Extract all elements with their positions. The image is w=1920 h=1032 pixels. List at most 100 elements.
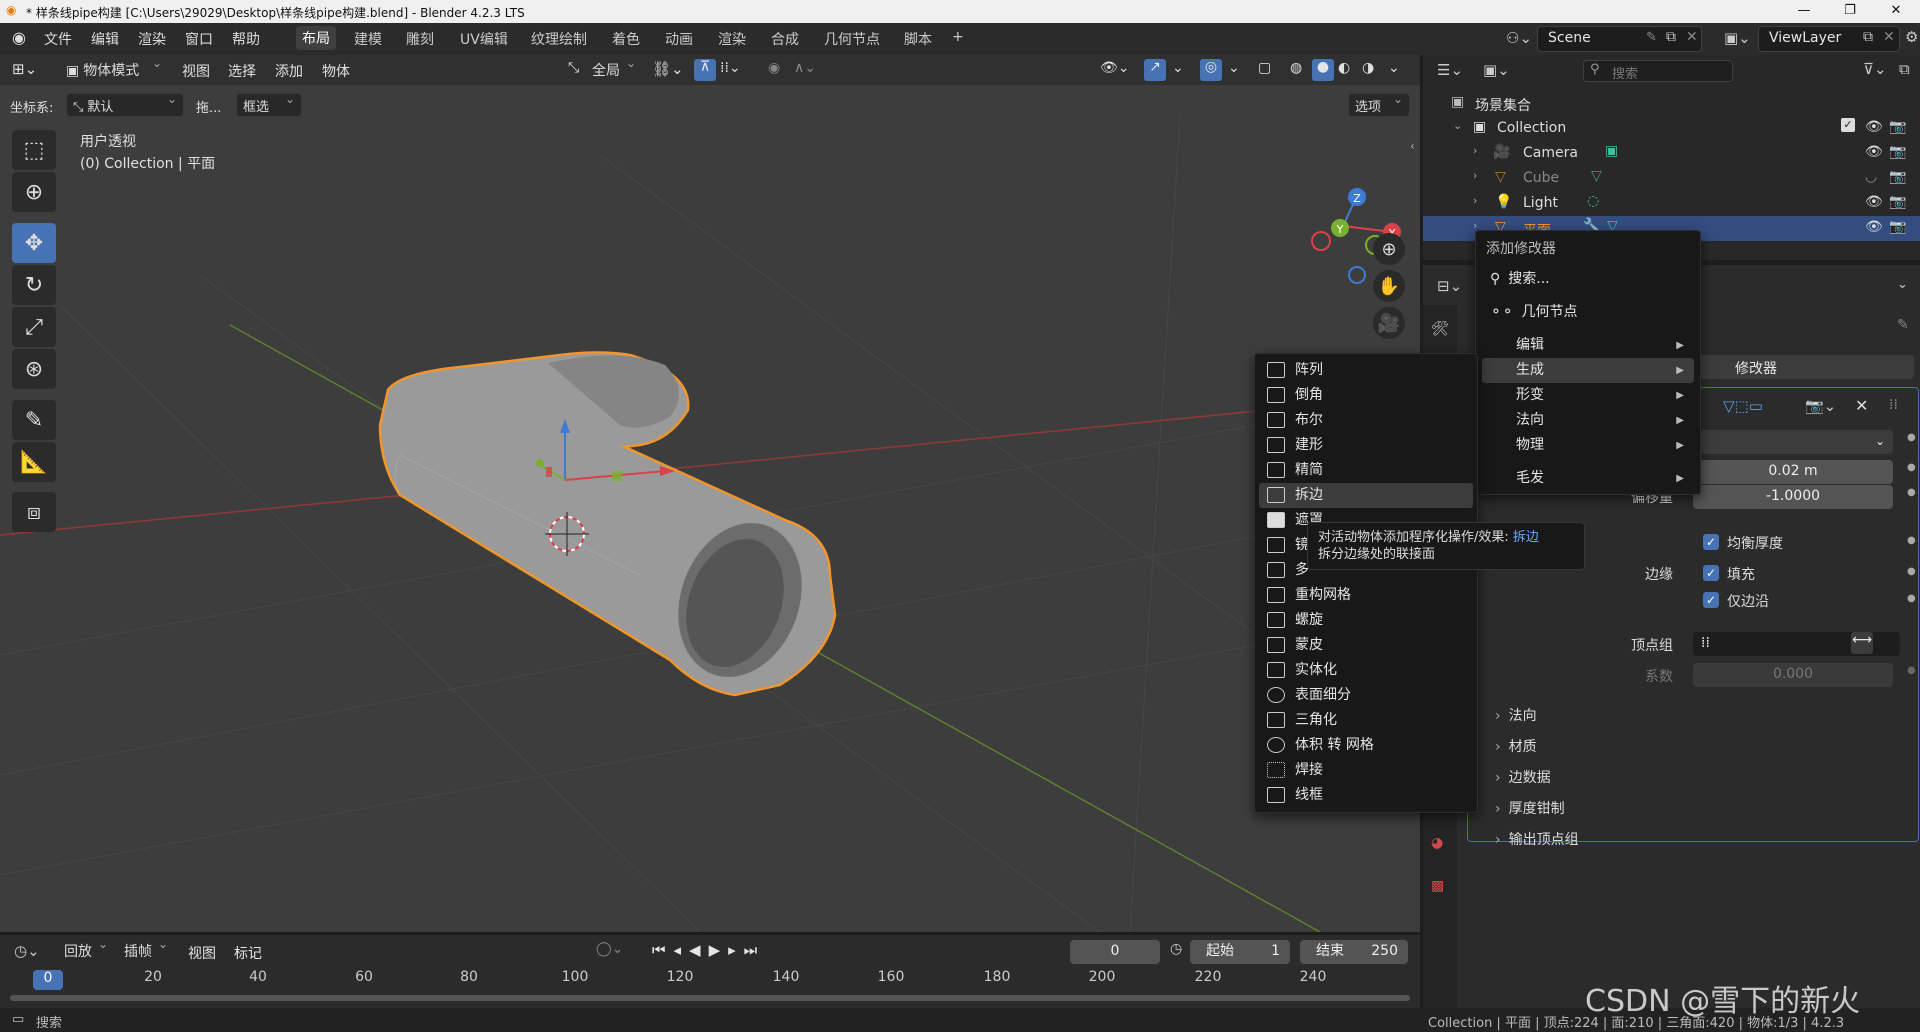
marker-menu[interactable]: 标记	[234, 943, 262, 963]
tab-texture-paint[interactable]: 纹理绘制	[531, 29, 587, 49]
menu-category-generate[interactable]: 生成 ▶	[1482, 358, 1694, 383]
playback-menu[interactable]: 回放	[58, 937, 114, 963]
exclude-checkbox[interactable]: ✓	[1841, 118, 1855, 132]
menu-category-physics[interactable]: 物理 ▶	[1482, 433, 1694, 458]
expand-icon[interactable]: ›	[1473, 144, 1477, 157]
keying-menu[interactable]: 插帧	[118, 937, 174, 963]
menu-edit[interactable]: 编辑	[91, 29, 119, 49]
measure-tool[interactable]: 📐	[12, 442, 56, 482]
modifier-screw[interactable]: 螺旋	[1259, 608, 1473, 633]
menu-search-item[interactable]: ⚲ 搜索...	[1482, 267, 1694, 292]
playback-controls[interactable]: ⏮◂◀▶▸⏭	[652, 941, 765, 959]
modifier-triangulate[interactable]: 三角化	[1259, 708, 1473, 733]
pipe-object[interactable]	[378, 351, 837, 697]
modifier-wireframe[interactable]: 线框	[1259, 783, 1473, 808]
new-scene-icon[interactable]: ⧉	[1666, 29, 1676, 45]
rotate-tool[interactable]: ↻	[12, 265, 56, 305]
modifier-weld[interactable]: 焊接	[1259, 758, 1473, 783]
even-thickness-checkbox[interactable]: ✓	[1703, 534, 1719, 550]
menu-help[interactable]: 帮助	[232, 29, 260, 49]
modifier-decimate[interactable]: 精简	[1259, 458, 1473, 483]
render-camera-icon[interactable]: 📷	[1889, 169, 1906, 185]
properties-editor-icon[interactable]: ⊟⌄	[1437, 277, 1462, 295]
panel-thickness-clamp[interactable]: › 厚度钳制	[1495, 798, 1565, 818]
outliner-row-scene-collection[interactable]: ▣ 场景集合	[1423, 91, 1920, 116]
modifier-array[interactable]: 阵列	[1259, 358, 1473, 383]
scale-tool[interactable]: ⤢	[12, 307, 56, 347]
keyframe-dot[interactable]: ●	[1907, 535, 1916, 546]
close-button[interactable]: ✕	[1873, 0, 1919, 23]
panel-materials[interactable]: › 材质	[1495, 736, 1537, 756]
camera-data-icon[interactable]: ▣	[1605, 143, 1618, 159]
select-box-tool[interactable]: ⬚	[12, 130, 56, 170]
properties-options-icon[interactable]: ⌄	[1897, 277, 1908, 292]
timeline-scrollbar[interactable]	[10, 995, 1410, 1001]
keyframe-dot[interactable]: ●	[1907, 566, 1916, 577]
hidden-eye-icon[interactable]: ◡	[1865, 169, 1877, 185]
tab-compositing[interactable]: 合成	[771, 29, 799, 49]
modifier-build[interactable]: 建形	[1259, 433, 1473, 458]
modifier-skin[interactable]: 蒙皮	[1259, 633, 1473, 658]
transform-tool[interactable]: ⊛	[12, 349, 56, 389]
pin-icon[interactable]: ✎	[1646, 30, 1657, 45]
drag-handle-icon[interactable]: ⁞⁞	[1889, 397, 1898, 413]
fill-checkbox[interactable]: ✓	[1703, 565, 1719, 581]
minimize-button[interactable]: —	[1781, 0, 1827, 23]
outliner-search[interactable]: ⚲ 搜索	[1583, 60, 1733, 82]
tab-animation[interactable]: 动画	[665, 29, 693, 49]
new-view-layer-icon[interactable]: ⧉	[1863, 29, 1873, 45]
start-frame-field[interactable]: 起始 1	[1190, 940, 1290, 964]
menu-category-normals[interactable]: 法向 ▶	[1482, 408, 1694, 433]
tab-geometry-nodes[interactable]: 几何节点	[824, 29, 880, 49]
zoom-button[interactable]: ⊕	[1373, 233, 1405, 265]
pin-properties-icon[interactable]: ✎	[1897, 317, 1909, 333]
visibility-eye-icon[interactable]: 👁	[1865, 144, 1883, 160]
material-tab-icon[interactable]: ◕	[1431, 835, 1443, 851]
menu-render[interactable]: 渲染	[138, 29, 166, 49]
menu-category-deform[interactable]: 形变 ▶	[1482, 383, 1694, 408]
outliner-row-camera[interactable]: › 🎥 Camera ▣ 👁 📷	[1423, 141, 1920, 166]
filter-icon[interactable]: ⊽⌄	[1863, 60, 1887, 78]
remove-modifier-icon[interactable]: ✕	[1855, 396, 1868, 415]
menu-category-edit[interactable]: 编辑 ▶	[1482, 333, 1694, 358]
modifier-solidify[interactable]: 实体化	[1259, 658, 1473, 683]
keyframe-dot[interactable]: ●	[1907, 593, 1916, 604]
modifier-bevel[interactable]: 倒角	[1259, 383, 1473, 408]
display-mode-icon[interactable]: ▣⌄	[1483, 61, 1510, 79]
keyframe-dot[interactable]: ●	[1907, 432, 1916, 443]
visibility-eye-icon[interactable]: 👁	[1865, 119, 1883, 135]
settings-icon[interactable]: ⚙	[1905, 28, 1918, 46]
annotate-tool[interactable]: ✎	[12, 400, 56, 440]
3d-scene[interactable]: Z X Y	[0, 55, 1420, 932]
timer-icon[interactable]: ◷	[1170, 941, 1182, 957]
cursor-tool[interactable]: ⊕	[12, 172, 56, 212]
expand-icon[interactable]: ›	[1473, 194, 1477, 207]
maximize-button[interactable]: ❐	[1827, 0, 1873, 23]
render-camera-icon[interactable]: 📷	[1889, 194, 1906, 210]
panel-edge-data[interactable]: › 边数据	[1495, 767, 1551, 787]
tab-uv-editing[interactable]: UV编辑	[460, 29, 508, 49]
menu-window[interactable]: 窗口	[185, 29, 213, 49]
outliner-row-collection[interactable]: ⌄ ▣ Collection ✓ 👁 📷	[1423, 116, 1920, 141]
tab-shading[interactable]: 着色	[612, 29, 640, 49]
view-layer-selector[interactable]: ViewLayer ⧉ ✕	[1758, 26, 1900, 52]
blender-menu-icon[interactable]: ◉	[12, 28, 26, 47]
outliner-row-light[interactable]: › 💡 Light ◌ 👁 📷	[1423, 191, 1920, 216]
visibility-eye-icon[interactable]: 👁	[1865, 194, 1883, 210]
timeline-view-menu[interactable]: 视图	[188, 943, 216, 963]
render-camera-icon[interactable]: 📷	[1889, 119, 1906, 135]
render-toggle-icon[interactable]: 📷⌄	[1805, 397, 1836, 415]
playhead[interactable]: 0	[33, 970, 63, 990]
render-camera-icon[interactable]: 📷	[1889, 219, 1906, 235]
light-data-icon[interactable]: ◌	[1587, 193, 1599, 209]
collapse-icon[interactable]: ⌄	[1453, 119, 1462, 132]
keyframe-dot[interactable]: ●	[1907, 462, 1916, 473]
keyframe-dot[interactable]: ●	[1907, 665, 1916, 676]
expand-icon[interactable]: ›	[1473, 169, 1477, 182]
timeline-editor-icon[interactable]: ◷⌄	[14, 942, 40, 960]
modifier-edge-split[interactable]: 拆边	[1259, 483, 1473, 508]
tab-scripting[interactable]: 脚本	[904, 29, 932, 49]
visibility-eye-icon[interactable]: 👁	[1865, 219, 1883, 235]
modifier-boolean[interactable]: 布尔	[1259, 408, 1473, 433]
modifier-remesh[interactable]: 重构网格	[1259, 583, 1473, 608]
